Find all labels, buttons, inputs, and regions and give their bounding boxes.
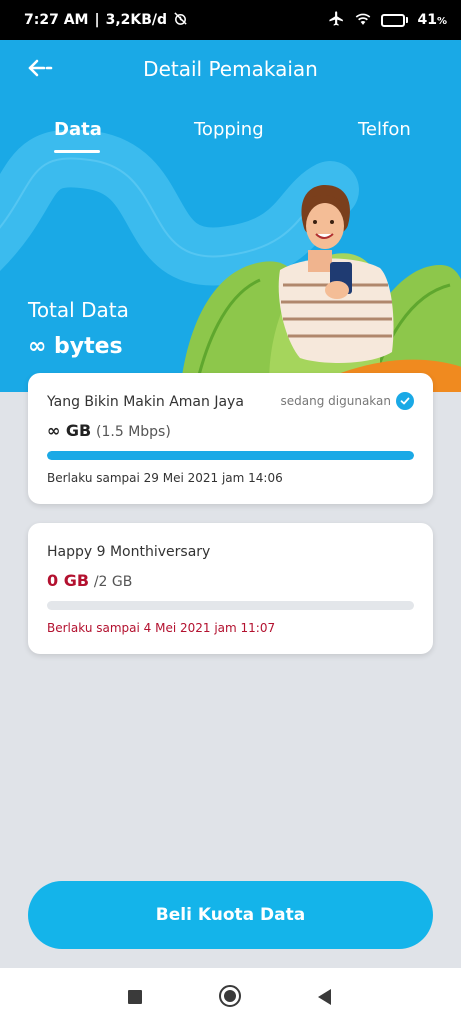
quota-total: /2 GB	[93, 574, 133, 590]
nav-back-icon[interactable]	[318, 989, 331, 1005]
quota-info: 0 GB /2 GB	[47, 571, 132, 590]
quota-amount: 0 GB	[47, 571, 90, 590]
quota-speed: (1.5 Mbps)	[96, 424, 171, 440]
package-card[interactable]: Yang Bikin Makin Aman Jaya sedang diguna…	[28, 373, 433, 504]
quota-progress-bar	[47, 451, 414, 460]
tab-telfon[interactable]: Telfon	[358, 119, 411, 140]
package-card[interactable]: Happy 9 Monthiversary 0 GB /2 GB Berlaku…	[28, 523, 433, 654]
quota-info: ∞ GB (1.5 Mbps)	[47, 421, 171, 440]
status-badge: sedang digunakan	[280, 394, 391, 408]
home-icon[interactable]	[219, 985, 241, 1007]
battery-percent: 41%	[417, 12, 447, 28]
status-bar: 7:27 AM | 3,2KB/d 41%	[0, 0, 461, 40]
active-tab-indicator	[54, 150, 100, 153]
quota-amount: ∞ GB	[47, 421, 92, 440]
battery-icon	[381, 13, 409, 27]
total-data-value: ∞ bytes	[28, 334, 123, 359]
package-name: Yang Bikin Makin Aman Jaya	[47, 394, 244, 410]
tab-topping[interactable]: Topping	[194, 119, 264, 140]
app-header: Detail Pemakaian	[0, 40, 461, 100]
wifi-icon	[354, 11, 372, 30]
alarm-off-icon	[173, 11, 188, 30]
validity-text: Berlaku sampai 29 Mei 2021 jam 14:06	[47, 471, 283, 485]
clock: 7:27 AM	[24, 12, 89, 28]
validity-text: Berlaku sampai 4 Mei 2021 jam 11:07	[47, 621, 276, 635]
tab-data[interactable]: Data	[54, 119, 102, 140]
total-data-label: Total Data	[28, 298, 129, 322]
system-nav-bar	[0, 968, 461, 1024]
recent-apps-icon[interactable]	[128, 990, 142, 1004]
quota-progress-bar	[47, 601, 414, 610]
check-circle-icon	[396, 392, 414, 410]
network-speed: 3,2KB/d	[105, 12, 168, 28]
quota-progress-fill	[47, 451, 414, 460]
page-title: Detail Pemakaian	[143, 57, 318, 81]
status-separator: |	[94, 12, 100, 28]
buy-quota-button[interactable]: Beli Kuota Data	[28, 881, 433, 949]
airplane-mode-icon	[328, 10, 345, 31]
package-name: Happy 9 Monthiversary	[47, 544, 211, 560]
